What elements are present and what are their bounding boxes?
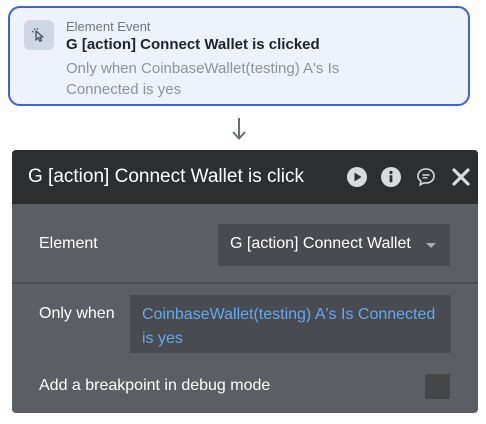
only-when-condition-input[interactable]: CoinbaseWallet(testing) A's Is Connected… [130, 295, 451, 353]
arrow-down-icon [229, 116, 249, 142]
close-icon[interactable] [450, 166, 472, 188]
comment-icon[interactable] [415, 166, 437, 188]
panel-title: G [action] Connect Wallet is click [28, 166, 304, 187]
element-select-value: G [action] Connect Wallet [230, 235, 411, 252]
event-condition: Only when CoinbaseWallet(testing) A's Is… [66, 60, 340, 98]
event-card[interactable]: Element Event G [action] Connect Wallet … [8, 6, 470, 106]
element-select[interactable]: G [action] Connect Wallet [218, 224, 450, 266]
chevron-down-icon [426, 243, 436, 248]
event-type-label: Element Event [66, 19, 151, 34]
cursor-click-icon [24, 20, 54, 50]
event-title: G [action] Connect Wallet is clicked [66, 36, 320, 53]
only-when-label: Only when [39, 305, 115, 322]
play-icon[interactable] [346, 166, 368, 188]
only-when-condition-value: CoinbaseWallet(testing) A's Is Connected… [142, 306, 436, 347]
element-label: Element [39, 235, 98, 252]
breakpoint-checkbox[interactable] [425, 374, 450, 399]
breakpoint-label: Add a breakpoint in debug mode [39, 377, 271, 394]
divider [12, 282, 478, 284]
panel-header: G [action] Connect Wallet is click [12, 150, 478, 204]
action-properties-panel: G [action] Connect Wallet is click Eleme… [12, 150, 478, 413]
info-icon[interactable] [380, 166, 402, 188]
